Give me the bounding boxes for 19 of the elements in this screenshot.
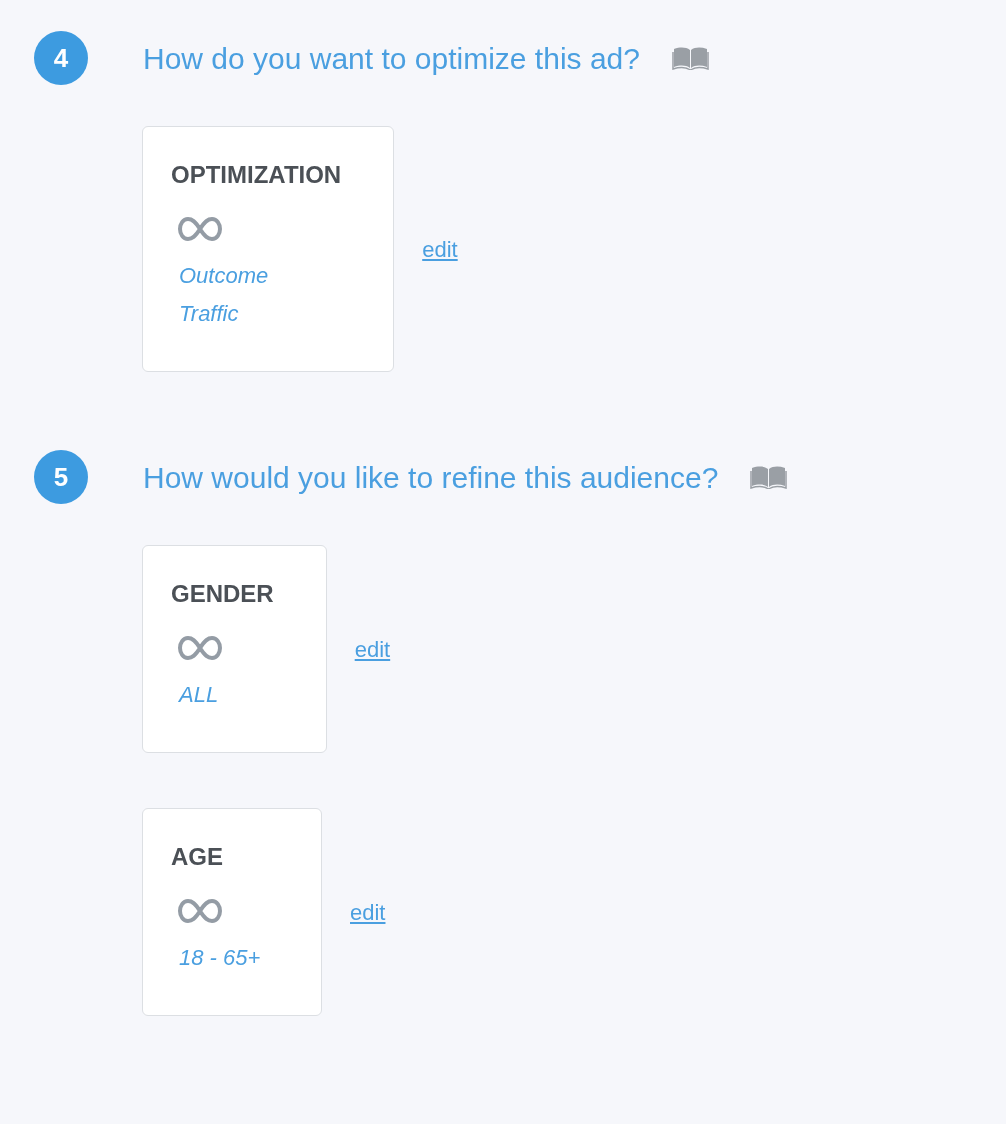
infinity-icon [177, 215, 223, 243]
edit-link[interactable]: edit [350, 895, 386, 929]
infinity-icon [177, 897, 223, 925]
section-heading: How would you like to refine this audience? [143, 459, 719, 496]
card-value: 18 - 65+ [179, 944, 262, 972]
card-title: GENDER [171, 579, 274, 609]
card-value: Traffic [179, 300, 240, 328]
card-title: AGE [171, 842, 224, 872]
card-value: ALL [179, 681, 220, 709]
book-icon [750, 465, 788, 489]
step-number: 5 [34, 450, 88, 504]
card-value: Outcome [179, 262, 270, 290]
infinity-icon [177, 634, 223, 662]
edit-link[interactable]: edit [422, 232, 458, 266]
edit-link[interactable]: edit [354, 632, 391, 666]
section-heading: How do you want to optimize this ad? [143, 40, 640, 77]
step-number: 4 [34, 31, 88, 85]
book-icon [671, 46, 709, 70]
card-title: OPTIMIZATION [171, 160, 342, 190]
